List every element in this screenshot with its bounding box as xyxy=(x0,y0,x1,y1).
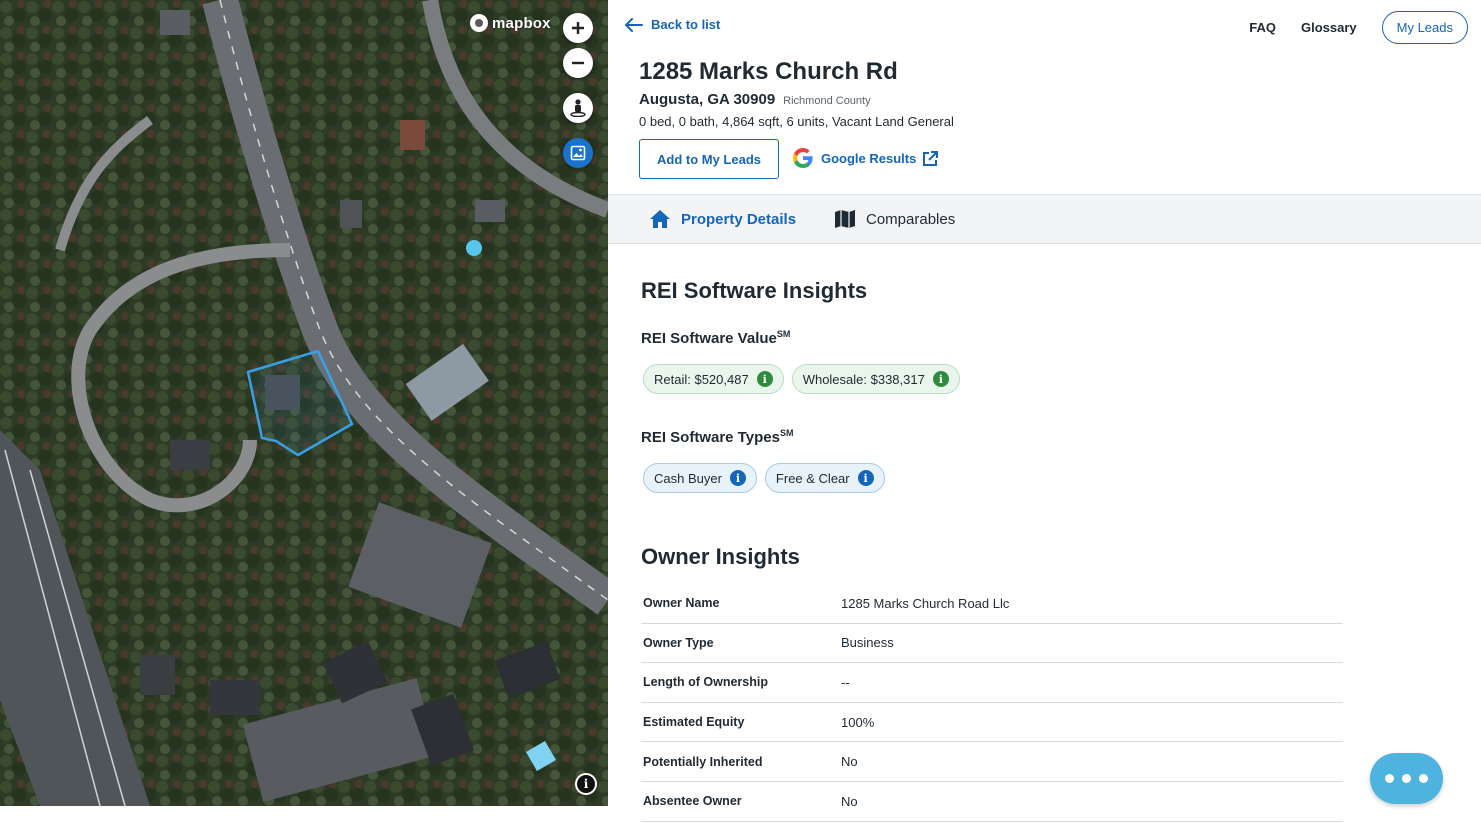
owner-field-value: No xyxy=(841,754,858,770)
wholesale-value-label: Wholesale: $338,317 xyxy=(802,371,925,387)
google-logo-icon xyxy=(793,148,813,168)
owner-field-value: No xyxy=(841,793,858,809)
rei-value-heading-text: REI Software Value xyxy=(641,330,777,347)
faq-link[interactable]: FAQ xyxy=(1249,20,1276,35)
rei-value-chips: Retail: $520,487 i Wholesale: $338,317 i xyxy=(643,364,960,394)
back-to-list-label: Back to list xyxy=(651,17,721,32)
owner-field-label: Potentially Inherited xyxy=(643,754,763,769)
owner-field-label: Estimated Equity xyxy=(643,715,745,730)
tab-comparables-label: Comparables xyxy=(866,210,956,228)
cash-buyer-chip: Cash Buyer i xyxy=(643,463,757,493)
my-leads-button[interactable]: My Leads xyxy=(1381,11,1468,44)
property-location: Augusta, GA 30909 Richmond County xyxy=(639,91,871,108)
insights-section-title: REI Software Insights xyxy=(641,278,868,303)
rei-type-chips: Cash Buyer i Free & Clear i xyxy=(643,463,885,493)
info-icon[interactable]: i xyxy=(857,470,874,486)
wholesale-value-chip: Wholesale: $338,317 i xyxy=(791,364,960,394)
arrow-left-icon xyxy=(625,17,643,32)
owner-field-value: 100% xyxy=(841,714,875,730)
mapbox-logo-icon xyxy=(470,14,488,32)
table-row: Length of Ownership -- xyxy=(641,663,1343,703)
rei-types-heading: REI Software TypesSM xyxy=(641,428,793,446)
tab-comparables[interactable]: Comparables xyxy=(834,195,955,243)
zoom-out-button[interactable] xyxy=(563,48,593,78)
owner-field-label: Absentee Owner xyxy=(643,794,742,809)
minus-icon xyxy=(572,61,584,65)
back-to-list-link[interactable]: Back to list xyxy=(625,17,720,32)
table-row: Absentee Owner No xyxy=(641,782,1343,822)
zoom-in-button[interactable] xyxy=(563,13,593,43)
owner-field-value: 1285 Marks Church Road Llc xyxy=(841,595,1010,611)
property-panel: Back to list FAQ Glossary My Leads 1285 … xyxy=(608,0,1481,826)
add-to-my-leads-button[interactable]: Add to My Leads xyxy=(639,139,779,179)
satellite-map[interactable]: mapbox i xyxy=(0,0,608,806)
map-icon xyxy=(835,210,855,228)
property-facts: 0 bed, 0 bath, 4,864 sqft, 6 units, Vaca… xyxy=(639,114,954,129)
dot-icon xyxy=(1385,774,1394,783)
property-tabs: Property Details Comparables xyxy=(608,194,1481,244)
service-mark: SM xyxy=(779,428,794,438)
owner-field-label: Length of Ownership xyxy=(643,675,768,690)
home-icon xyxy=(650,210,670,228)
owner-field-value: -- xyxy=(841,674,850,690)
tab-property-details-label: Property Details xyxy=(681,210,797,228)
mapbox-logo: mapbox xyxy=(470,14,551,32)
pegman-icon xyxy=(570,99,586,117)
retail-value-chip: Retail: $520,487 i xyxy=(643,364,784,394)
satellite-view-button[interactable] xyxy=(563,138,593,168)
aerial-imagery xyxy=(0,0,608,806)
table-row: Estimated Equity 100% xyxy=(641,703,1343,743)
map-attribution-info-button[interactable]: i xyxy=(575,773,597,795)
table-row: Potentially Inherited No xyxy=(641,742,1343,782)
owner-section-title: Owner Insights xyxy=(641,544,800,569)
owner-field-label: Owner Type xyxy=(643,635,714,650)
owner-field-value: Business xyxy=(841,635,894,651)
info-icon[interactable]: i xyxy=(932,371,949,387)
info-icon: i xyxy=(583,777,589,791)
property-city-state-zip: Augusta, GA 30909 xyxy=(639,91,776,108)
rei-types-heading-text: REI Software Types xyxy=(641,429,780,446)
retail-value-label: Retail: $520,487 xyxy=(654,371,749,387)
mapbox-wordmark: mapbox xyxy=(492,14,551,32)
owner-insights-table: Owner Name 1285 Marks Church Road Llc Ow… xyxy=(641,584,1343,822)
top-navigation: FAQ Glossary My Leads xyxy=(1249,11,1468,44)
service-mark: SM xyxy=(776,329,791,339)
image-icon xyxy=(570,145,586,161)
google-results-link[interactable]: Google Results xyxy=(791,146,939,170)
free-and-clear-label: Free & Clear xyxy=(775,470,850,486)
street-view-button[interactable] xyxy=(563,93,593,123)
table-row: Owner Name 1285 Marks Church Road Llc xyxy=(641,584,1343,624)
table-row: Owner Type Business xyxy=(641,624,1343,664)
dot-icon xyxy=(1402,774,1411,783)
dot-icon xyxy=(1419,774,1428,783)
glossary-link[interactable]: Glossary xyxy=(1301,20,1357,35)
info-icon[interactable]: i xyxy=(756,371,773,387)
owner-field-label: Owner Name xyxy=(643,596,720,611)
more-options-button[interactable] xyxy=(1370,753,1443,804)
tab-property-details[interactable]: Property Details xyxy=(649,195,796,243)
rei-value-heading: REI Software ValueSM xyxy=(641,329,790,347)
cash-buyer-label: Cash Buyer xyxy=(654,470,722,486)
free-and-clear-chip: Free & Clear i xyxy=(764,463,885,493)
property-county: Richmond County xyxy=(783,95,871,107)
plus-icon xyxy=(572,22,584,34)
property-address: 1285 Marks Church Rd xyxy=(639,58,898,85)
info-icon[interactable]: i xyxy=(729,470,746,486)
google-results-label: Google Results xyxy=(821,150,917,166)
external-link-icon xyxy=(923,150,939,166)
